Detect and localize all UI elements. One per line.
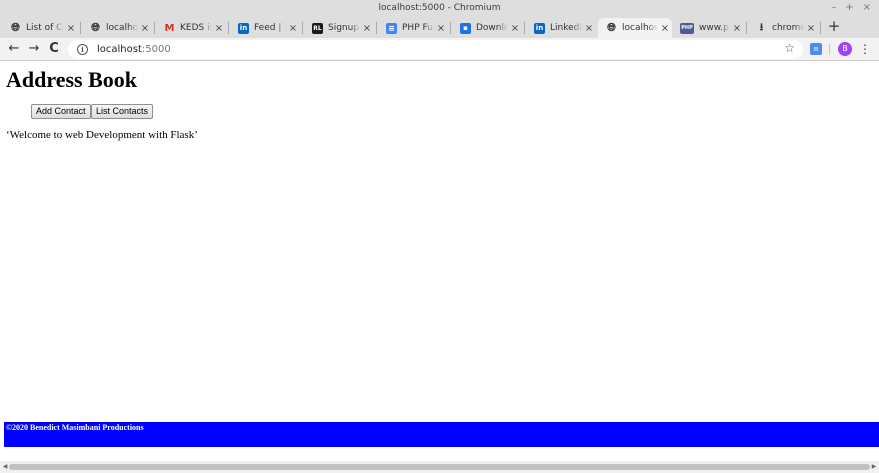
- forward-button[interactable]: →: [25, 40, 43, 58]
- url-host: localhost: [97, 44, 142, 55]
- browser-menu-icon[interactable]: ⋮: [859, 41, 871, 57]
- scroll-left-arrow-icon[interactable]: ◀: [1, 462, 9, 472]
- window-controls: – + ×: [831, 0, 871, 16]
- tab-close-icon[interactable]: ×: [508, 23, 522, 34]
- profile-avatar[interactable]: B: [838, 42, 852, 56]
- address-bar[interactable]: i localhost:5000 ☆: [68, 40, 803, 59]
- docs-icon: ≡: [386, 22, 397, 34]
- url-port: :5000: [141, 44, 171, 55]
- tab-feed-linkedin[interactable]: in Feed | LinkedIn ×: [230, 18, 300, 38]
- tab-close-icon[interactable]: ×: [64, 23, 78, 34]
- tab-downloads[interactable]: ▪ Downloads ×: [452, 18, 522, 38]
- globe-icon: 🌐︎: [607, 21, 616, 34]
- new-tab-button[interactable]: +: [826, 18, 842, 34]
- page-footer: ©2020 Benedict Masimbani Productions: [4, 422, 879, 447]
- tab-signup[interactable]: RL Signup - Lo ×: [304, 18, 374, 38]
- tab-title: KEDS is Hiring: [180, 23, 212, 33]
- tab-separator: [376, 22, 377, 34]
- tab-title: PHP Functions: [402, 23, 434, 33]
- tab-title: localhost: [622, 23, 658, 33]
- footer-copyright: ©2020 Benedict Masimbani Productions: [6, 423, 144, 432]
- globe-icon: 🌐︎: [91, 21, 100, 34]
- gmail-icon: M: [164, 22, 175, 34]
- tab-separator: [524, 22, 525, 34]
- window-title-bar: localhost:5000 - Chromium – + ×: [0, 0, 879, 16]
- tab-chrome-downloads[interactable]: ⭳ chrome://downloads ×: [748, 18, 818, 38]
- tab-php-functions[interactable]: ≡ PHP Functions ×: [378, 18, 448, 38]
- list-contacts-button[interactable]: List Contacts: [91, 104, 154, 119]
- tab-separator: [154, 22, 155, 34]
- tab-close-icon[interactable]: ×: [730, 23, 744, 34]
- tab-close-icon[interactable]: ×: [286, 23, 300, 34]
- extension-icon[interactable]: ≡: [810, 43, 822, 55]
- add-contact-button[interactable]: Add Contact: [31, 104, 91, 119]
- scroll-right-arrow-icon[interactable]: ▶: [870, 462, 878, 472]
- window-title: localhost:5000 - Chromium: [378, 3, 501, 13]
- linkedin-icon: in: [238, 22, 249, 34]
- welcome-message: ‘Welcome to web Development with Flask’: [6, 129, 198, 141]
- tab-close-icon[interactable]: ×: [804, 23, 818, 34]
- linkedin-icon: in: [534, 22, 545, 34]
- tab-title: Downloads: [476, 23, 508, 33]
- tab-close-icon[interactable]: ×: [212, 23, 226, 34]
- globe-icon: 🌐︎: [11, 21, 20, 34]
- tab-title: localhost: [106, 23, 138, 33]
- page-title: Address Book: [6, 67, 138, 92]
- reload-button[interactable]: C: [45, 40, 63, 58]
- tab-separator: [80, 22, 81, 34]
- tab-title: chrome://downloads: [772, 23, 804, 33]
- tab-separator: [450, 22, 451, 34]
- tab-close-icon[interactable]: ×: [138, 23, 152, 34]
- bookmark-star-icon[interactable]: ☆: [784, 41, 795, 55]
- page-viewport: Address Book Add Contact List Contacts ‘…: [0, 62, 879, 461]
- tab-strip: 🌐︎ List of Co × 🌐︎ localhost × M KEDS is…: [0, 16, 879, 38]
- tab-php-net[interactable]: PHP www.php.net ×: [672, 18, 744, 38]
- tab-title: Feed | LinkedIn: [254, 23, 286, 33]
- tab-separator: [820, 22, 821, 34]
- back-button[interactable]: ←: [5, 40, 23, 58]
- maximize-button[interactable]: +: [845, 0, 853, 16]
- tab-localhost-1[interactable]: 🌐︎ localhost ×: [82, 18, 152, 38]
- scrollbar-thumb[interactable]: [9, 464, 870, 470]
- tab-close-icon[interactable]: ×: [434, 23, 448, 34]
- close-window-button[interactable]: ×: [863, 0, 871, 16]
- php-icon: PHP: [680, 22, 694, 34]
- tab-close-icon[interactable]: ×: [582, 23, 596, 34]
- browser-toolbar: ← → C i localhost:5000 ☆ ≡ B ⋮: [0, 38, 879, 61]
- tab-separator: [746, 22, 747, 34]
- tab-title: LinkedIn: [550, 23, 582, 33]
- toolbar-divider: [829, 44, 830, 55]
- download-box-icon: ▪: [460, 22, 471, 34]
- tab-close-icon[interactable]: ×: [658, 23, 672, 34]
- horizontal-scrollbar[interactable]: ◀ ▶: [0, 461, 879, 473]
- url-text[interactable]: localhost:5000: [97, 44, 171, 55]
- tab-keds-is-hiring[interactable]: M KEDS is Hiring ×: [156, 18, 226, 38]
- tab-separator: [228, 22, 229, 34]
- rl-icon: RL: [312, 22, 323, 34]
- tab-title: List of Co: [26, 23, 64, 33]
- tab-separator: [302, 22, 303, 34]
- tab-localhost-active[interactable]: 🌐︎ localhost ×: [598, 18, 672, 38]
- tab-linkedin[interactable]: in LinkedIn ×: [526, 18, 596, 38]
- tab-title: Signup - Lo: [328, 23, 360, 33]
- tab-list-of-co[interactable]: 🌐︎ List of Co ×: [2, 18, 78, 38]
- tab-title: www.php.net: [699, 23, 730, 33]
- site-info-icon[interactable]: i: [77, 44, 88, 55]
- minimize-button[interactable]: –: [831, 0, 836, 16]
- download-icon: ⭳: [759, 21, 764, 33]
- tab-close-icon[interactable]: ×: [360, 23, 374, 34]
